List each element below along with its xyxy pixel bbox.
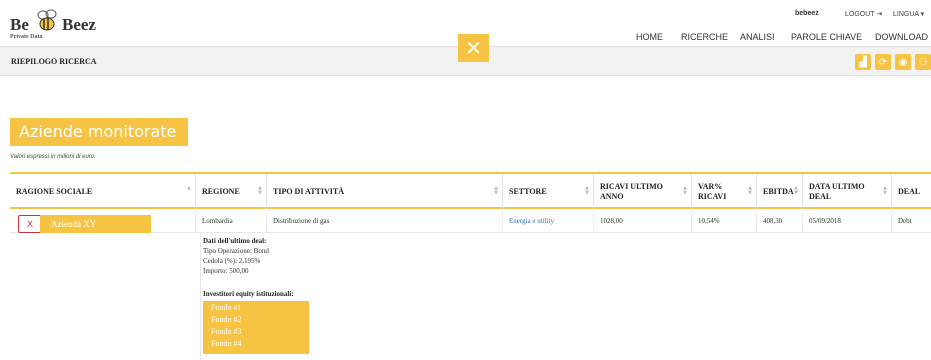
summary-title: RIEPILOGO RICERCA [11, 57, 97, 66]
nav-download[interactable]: DOWNLOAD [875, 32, 928, 42]
col-ebitda[interactable]: EBITDA ▲ ▼ [757, 174, 803, 209]
values-note: Valori espressi in milioni di euro. [10, 154, 96, 160]
logout-icon: ⇥ [876, 11, 883, 18]
piggy-bank-icon[interactable]: ◉ [895, 54, 911, 70]
nav-home[interactable]: HOME [636, 32, 663, 42]
nav-ricerche[interactable]: RICERCHE [681, 32, 728, 42]
cell-settore-link[interactable]: Energia e utility [503, 209, 594, 233]
chart-icon[interactable]: ▟ [855, 54, 871, 70]
cell-ricavi: 1028,00 [594, 209, 692, 233]
bee-icon [37, 9, 57, 31]
username: bebeez [795, 10, 819, 17]
logo-subtitle: Private Data [10, 34, 43, 40]
nav-parole-chiave[interactable]: PAROLE CHIAVE [791, 32, 862, 42]
remove-company-button[interactable]: X [18, 215, 42, 233]
nav-analisi[interactable]: ANALISI [740, 32, 775, 42]
funds-list: Fondo #1 Fondo #2 Fondo #3 Fondo #4 [203, 301, 309, 354]
col-regione[interactable]: REGIONE ▲ ▼ [196, 174, 267, 209]
list-item[interactable]: Fondo #4 [211, 339, 241, 348]
chevron-down-icon: ▾ [920, 11, 925, 18]
sort-icon: ▲ ▼ [258, 185, 262, 196]
sort-icon: ▲ ▼ [883, 185, 887, 196]
deal-detail-panel: Dati dell'ultimo deal: Tipo Operazione: … [200, 233, 931, 360]
deal-line-importo: Importo: 500,00 [203, 267, 249, 275]
list-item[interactable]: Fondo #3 [211, 327, 241, 336]
col-settore[interactable]: SETTORE ▲ ▼ [503, 174, 594, 209]
list-item[interactable]: Fondo #2 [211, 315, 241, 324]
list-item[interactable]: Fondo #1 [211, 303, 241, 312]
col-tipo-attivita[interactable]: TIPO DI ATTIVITÀ ▲ ▼ [267, 174, 503, 209]
table-header: RAGIONE SOCIALE ▲ REGIONE ▲ ▼ TIPO DI ATTIV… [10, 172, 931, 209]
investors-title: Investitori equity istituzionali: [203, 290, 294, 298]
section-heading: Aziende monitorate [10, 118, 188, 146]
col-var-ricavi[interactable]: VAR% RICAVI ▲ ▼ [692, 174, 757, 209]
sort-icon: ▲ [187, 185, 191, 191]
bebeez-logo[interactable]: Be Beez Private Data [10, 7, 100, 43]
sort-icon: ▲ ▼ [494, 185, 498, 196]
company-name-chip[interactable]: Azienda XY [40, 215, 151, 233]
sort-icon: ▲ ▼ [585, 185, 589, 196]
cell-ebitda: 408,30 [757, 209, 803, 233]
col-ricavi[interactable]: RICAVI ULTIMO ANNO ▲ ▼ [594, 174, 692, 209]
logout-link[interactable]: LOGOUT ⇥ [845, 10, 882, 18]
cell-regione: Lombardia [196, 209, 267, 233]
logo-word-beez: Beez [62, 15, 96, 34]
sort-icon: ▲ ▼ [748, 185, 752, 196]
col-data-deal[interactable]: DATA ULTIMO DEAL ▲ ▼ [803, 174, 892, 209]
sort-icon: ▲ ▼ [794, 185, 798, 196]
network-icon[interactable]: ⚇ [915, 54, 931, 70]
cell-var-ricavi: 10,54% [692, 209, 757, 233]
col-ragione-sociale[interactable]: RAGIONE SOCIALE ▲ [10, 174, 196, 209]
cell-data-deal: 05/09/2018 [803, 209, 892, 233]
deal-title: Dati dell'ultimo deal: [203, 237, 267, 245]
cell-deal: Debt [898, 217, 912, 225]
deal-line-tipo: Tipo Operazione: Bond [203, 247, 269, 255]
cycle-icon[interactable]: ⟳ [875, 54, 891, 70]
language-dropdown[interactable]: LINGUA ▾ [893, 10, 924, 18]
cell-tipo-attivita: Distribuzione di gas [267, 209, 503, 233]
deal-line-cedola: Cedola (%): 2,195% [203, 257, 261, 265]
col-deal[interactable]: DEAL [892, 174, 931, 209]
close-button[interactable]: ✕ [458, 34, 489, 62]
logo-word-be: Be [10, 15, 29, 34]
sort-icon: ▲ ▼ [683, 185, 687, 196]
